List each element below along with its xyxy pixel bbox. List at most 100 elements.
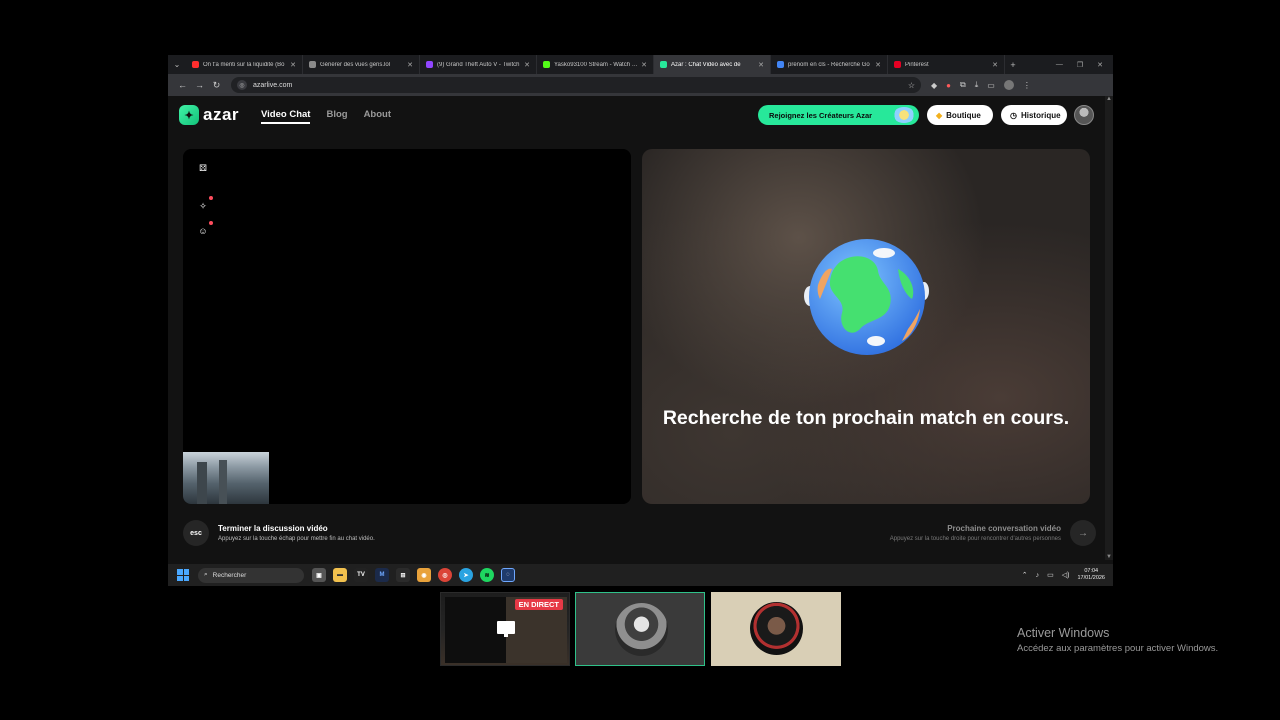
- spotify-icon[interactable]: ≋: [480, 568, 494, 582]
- maximize-icon[interactable]: ❐: [1077, 61, 1083, 69]
- scroll-down-icon[interactable]: ▼: [1105, 554, 1113, 560]
- tab-close-icon[interactable]: ✕: [641, 61, 647, 69]
- nav-video-chat[interactable]: Video Chat: [261, 109, 311, 124]
- browser-tab[interactable]: (9) Grand Theft Auto V - Twitch ✕: [420, 55, 537, 74]
- clock-time: 07:04: [1084, 568, 1099, 574]
- face-filter-icon[interactable]: ☺: [197, 221, 213, 237]
- live-badge: EN DIRECT: [514, 599, 563, 610]
- telegram-icon[interactable]: ➤: [459, 568, 473, 582]
- scroll-up-icon[interactable]: ▲: [1105, 96, 1113, 102]
- stream-thumbnail-cam-1[interactable]: [575, 592, 705, 666]
- tab-search-icon[interactable]: ⌄: [168, 55, 186, 74]
- tab-title: Yasko93100 Stream - Watch Liv: [554, 61, 639, 68]
- new-tab-button[interactable]: +: [1005, 60, 1021, 70]
- microphone-icon[interactable]: ♪: [1036, 572, 1040, 579]
- tab-title: prénom en cls - Recherche Go: [788, 61, 870, 68]
- next-chat-hint[interactable]: Prochaine conversation vidéo Appuyez sur…: [890, 520, 1096, 546]
- tab-title: On t'a menti sur la liquidité (Bo: [203, 61, 285, 68]
- tab-list: On t'a menti sur la liquidité (Bo ✕ Génére…: [186, 55, 1005, 74]
- join-creators-button[interactable]: Rejoignez les Créateurs Azar: [758, 105, 919, 125]
- tab-favicon-icon: [543, 61, 550, 68]
- url-text[interactable]: azarlive.com: [253, 82, 292, 89]
- searching-message: Recherche de ton prochain match en cours…: [662, 407, 1070, 429]
- history-button[interactable]: ◷ Historique: [1001, 105, 1067, 125]
- screen-share-icon: [497, 621, 515, 637]
- magic-wand-icon[interactable]: ✧: [197, 196, 213, 212]
- tab-close-icon[interactable]: ✕: [407, 61, 413, 69]
- tradingview-icon[interactable]: TV: [354, 568, 368, 582]
- browser-window: ⌄ On t'a menti sur la liquidité (Bo ✕ Géné…: [168, 55, 1113, 586]
- puzzle-icon[interactable]: ⧉: [960, 80, 966, 90]
- tab-close-icon[interactable]: ✕: [524, 61, 530, 69]
- my-video-pane: ⚄ ✧ ☺: [183, 149, 631, 504]
- browser-tab[interactable]: On t'a menti sur la liquidité (Bo ✕: [186, 55, 303, 74]
- globe-icon: [804, 239, 929, 355]
- tab-title: Azar : Chat Vidéo avec de: [671, 61, 741, 68]
- clock-icon: ◷: [1010, 110, 1017, 120]
- site-info-icon[interactable]: ◎: [237, 80, 247, 90]
- tab-favicon-icon: [192, 61, 199, 68]
- tab-close-icon[interactable]: ✕: [758, 61, 764, 69]
- shop-button[interactable]: ◆ Boutique: [927, 105, 993, 125]
- back-icon[interactable]: ←: [174, 80, 191, 90]
- bookmark-star-icon[interactable]: ☆: [908, 81, 915, 90]
- azar-logo[interactable]: ✦ azar: [179, 105, 239, 125]
- extension-red-icon[interactable]: ●: [946, 81, 951, 90]
- browser-tab[interactable]: Yasko93100 Stream - Watch Liv ✕: [537, 55, 654, 74]
- nav-about[interactable]: About: [364, 109, 391, 124]
- activate-subtitle: Accédez aux paramètres pour activer Wind…: [1017, 643, 1219, 654]
- tray-chevron-icon[interactable]: ⌃: [1022, 571, 1028, 579]
- volume-icon[interactable]: ◁): [1062, 571, 1070, 579]
- next-arrow-icon[interactable]: →: [1070, 520, 1096, 546]
- task-view-icon[interactable]: ▣: [312, 568, 326, 582]
- menu-kebab-icon[interactable]: ⋮: [1023, 81, 1031, 90]
- forward-icon[interactable]: →: [191, 80, 208, 90]
- cast-icon[interactable]: ▭: [987, 81, 995, 90]
- address-bar[interactable]: ◎ azarlive.com ☆: [231, 77, 921, 93]
- minimize-icon[interactable]: —: [1056, 61, 1063, 69]
- file-explorer-icon[interactable]: ▬: [333, 568, 347, 582]
- tab-close-icon[interactable]: ✕: [875, 61, 881, 69]
- app-m-icon[interactable]: M: [375, 568, 389, 582]
- nav-blog[interactable]: Blog: [326, 109, 347, 124]
- user-avatar[interactable]: [1074, 105, 1094, 125]
- main-nav: Video Chat Blog About: [261, 109, 391, 124]
- search-icon: ⌕: [204, 571, 208, 578]
- address-bar-row: ← → ↻ ◎ azarlive.com ☆ ◆ ● ⧉ ⤓ ▭ ⋮: [168, 74, 1113, 96]
- stream-thumbnail-cam-2[interactable]: [711, 592, 841, 666]
- esc-key-badge[interactable]: esc: [183, 520, 209, 546]
- dice-icon[interactable]: ⚄: [197, 162, 209, 174]
- tab-close-icon[interactable]: ✕: [992, 61, 998, 69]
- taskbar-apps: ▣ ▬ TV M ⊞ ◉ ◎ ➤ ≋ ◌: [312, 568, 515, 582]
- end-chat-subtitle: Appuyez sur la touche échap pour mettre …: [218, 536, 375, 542]
- extension-icon[interactable]: ◆: [931, 81, 937, 90]
- clock[interactable]: 07:04 17/01/2026: [1077, 568, 1105, 582]
- close-window-icon[interactable]: ✕: [1097, 61, 1103, 69]
- chrome-icon[interactable]: ◎: [438, 568, 452, 582]
- network-icon[interactable]: ▭: [1047, 571, 1054, 579]
- shop-label: Boutique: [946, 110, 981, 120]
- windows-start-icon[interactable]: [177, 569, 189, 581]
- download-icon[interactable]: ⤓: [975, 80, 979, 90]
- browser-tab[interactable]: Générer des vues gens.lol ✕: [303, 55, 420, 74]
- page-scrollbar[interactable]: ▲ ▼: [1105, 96, 1113, 560]
- reload-icon[interactable]: ↻: [208, 80, 225, 91]
- browser-tab[interactable]: Azar : Chat Vidéo avec de ✕: [654, 55, 771, 74]
- tab-close-icon[interactable]: ✕: [290, 61, 296, 69]
- stream-thumbnail-screen[interactable]: EN DIRECT: [440, 592, 570, 666]
- tab-favicon-icon: [894, 61, 901, 68]
- browser-tab[interactable]: prénom en cls - Recherche Go ✕: [771, 55, 888, 74]
- next-chat-title: Prochaine conversation vidéo: [947, 524, 1061, 533]
- taskbar-search[interactable]: ⌕ Rechercher: [198, 567, 304, 583]
- profile-avatar[interactable]: [1003, 80, 1014, 90]
- tab-favicon-icon: [777, 61, 784, 68]
- clock-date: 17/01/2026: [1077, 575, 1105, 581]
- tab-title: Pinterest: [905, 61, 929, 68]
- end-chat-hint[interactable]: esc Terminer la discussion vidéo Appuyez…: [183, 520, 375, 546]
- browser-tab[interactable]: Pinterest ✕: [888, 55, 1005, 74]
- tab-favicon-icon: [309, 61, 316, 68]
- browser-app-icon[interactable]: ◉: [417, 568, 431, 582]
- azar-page: ✦ azar Video Chat Blog About Rejoignez l…: [168, 96, 1105, 560]
- active-app-icon[interactable]: ◌: [501, 568, 515, 582]
- store-icon[interactable]: ⊞: [396, 568, 410, 582]
